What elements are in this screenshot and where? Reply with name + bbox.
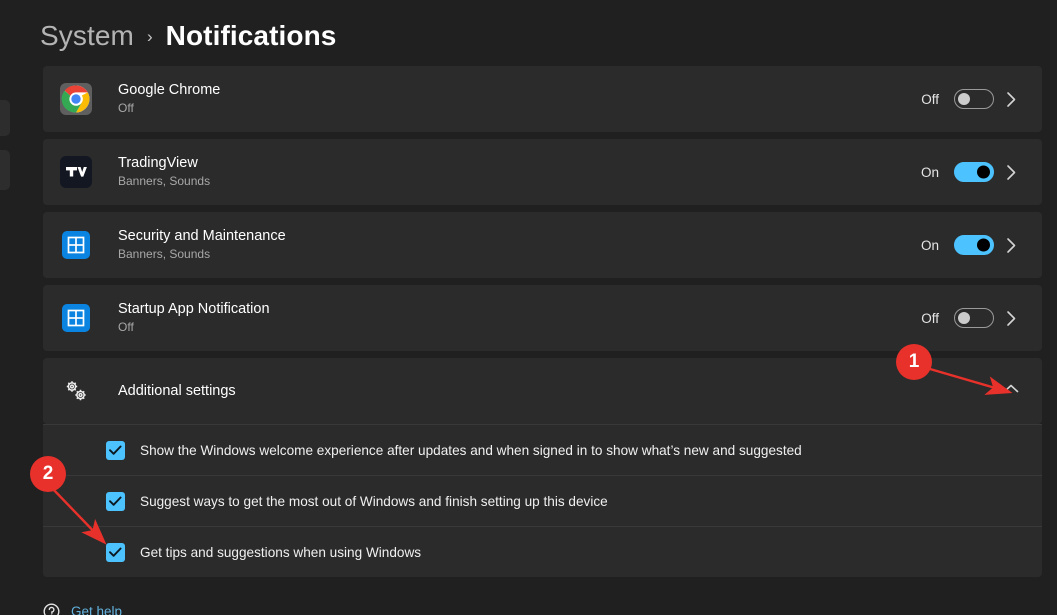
list-item[interactable]: Suggest ways to get the most out of Wind… bbox=[43, 475, 1042, 526]
windows-security-icon bbox=[60, 229, 92, 261]
list-item[interactable]: Get tips and suggestions when using Wind… bbox=[43, 526, 1042, 577]
app-subtitle: Banners, Sounds bbox=[118, 173, 211, 188]
app-notification-list: Google Chrome Off Off TradingView Banner… bbox=[43, 66, 1042, 577]
app-info: Security and Maintenance Banners, Sounds bbox=[118, 228, 905, 261]
checkbox-label: Suggest ways to get the most out of Wind… bbox=[140, 493, 608, 509]
row-controls: On bbox=[905, 235, 1028, 255]
sidebar-item-partial-1[interactable] bbox=[0, 100, 10, 136]
additional-settings-row[interactable]: Additional settings bbox=[43, 358, 1042, 424]
toggle-state-label: On bbox=[920, 237, 939, 253]
question-mark-icon bbox=[43, 603, 60, 615]
get-help-link[interactable]: Get help bbox=[43, 603, 122, 615]
toggle-knob bbox=[958, 93, 970, 105]
additional-settings-options: Show the Windows welcome experience afte… bbox=[43, 424, 1042, 577]
app-info: Startup App Notification Off bbox=[118, 301, 905, 334]
page-title: Notifications bbox=[165, 20, 337, 51]
app-subtitle: Off bbox=[118, 100, 134, 115]
annotation-badge-1: 1 bbox=[896, 344, 932, 380]
table-row[interactable]: Startup App Notification Off Off bbox=[43, 285, 1042, 351]
chevron-up-icon[interactable] bbox=[994, 382, 1028, 400]
chevron-right-icon[interactable] bbox=[994, 310, 1028, 327]
chevron-right-icon: › bbox=[146, 27, 153, 46]
table-row[interactable]: TradingView Banners, Sounds On bbox=[43, 139, 1042, 205]
notification-toggle[interactable] bbox=[954, 162, 994, 182]
get-tips-checkbox[interactable] bbox=[106, 542, 125, 562]
toggle-state-label: Off bbox=[921, 91, 939, 107]
table-row[interactable]: Google Chrome Off Off bbox=[43, 66, 1042, 132]
checkbox-label: Get tips and suggestions when using Wind… bbox=[140, 544, 422, 560]
table-row[interactable]: Security and Maintenance Banners, Sounds… bbox=[43, 212, 1042, 278]
toggle-state-label: Off bbox=[921, 310, 939, 326]
row-controls: Off bbox=[905, 308, 1028, 328]
notification-toggle[interactable] bbox=[954, 308, 994, 328]
toggle-knob bbox=[977, 165, 990, 179]
suggest-ways-checkbox[interactable] bbox=[106, 491, 125, 511]
app-name: Startup App Notification bbox=[118, 301, 270, 318]
app-name: TradingView bbox=[118, 155, 198, 172]
row-controls: Off bbox=[905, 89, 1028, 109]
chevron-right-icon[interactable] bbox=[994, 91, 1028, 108]
gears-icon bbox=[60, 375, 92, 407]
checkbox-label: Show the Windows welcome experience afte… bbox=[140, 442, 802, 458]
breadcrumb-parent-system[interactable]: System bbox=[40, 20, 134, 52]
toggle-knob bbox=[958, 312, 970, 324]
welcome-experience-checkbox[interactable] bbox=[106, 440, 125, 460]
additional-settings-label: Additional settings bbox=[118, 383, 236, 399]
annotation-badge-2: 2 bbox=[30, 456, 66, 492]
row-controls: On bbox=[905, 162, 1028, 182]
app-info: Google Chrome Off bbox=[118, 82, 905, 115]
chrome-icon bbox=[60, 83, 92, 115]
notification-toggle[interactable] bbox=[954, 89, 994, 109]
toggle-knob bbox=[977, 238, 990, 252]
notification-toggle[interactable] bbox=[954, 235, 994, 255]
toggle-state-label: On bbox=[920, 164, 939, 180]
get-help-label: Get help bbox=[71, 604, 123, 615]
tradingview-icon bbox=[60, 156, 92, 188]
app-info: TradingView Banners, Sounds bbox=[118, 155, 905, 188]
chevron-right-icon[interactable] bbox=[994, 164, 1028, 181]
breadcrumb: System › Notifications bbox=[40, 20, 336, 52]
app-subtitle: Banners, Sounds bbox=[118, 246, 211, 261]
windows-security-icon bbox=[60, 302, 92, 334]
settings-notifications-page: System › Notifications Google Chrome Off… bbox=[0, 0, 1057, 615]
sidebar-item-partial-2[interactable] bbox=[0, 150, 10, 190]
app-subtitle: Off bbox=[118, 319, 134, 334]
app-name: Google Chrome bbox=[118, 82, 221, 99]
list-item[interactable]: Show the Windows welcome experience afte… bbox=[43, 424, 1042, 475]
app-name: Security and Maintenance bbox=[118, 228, 286, 245]
chevron-right-icon[interactable] bbox=[994, 237, 1028, 254]
